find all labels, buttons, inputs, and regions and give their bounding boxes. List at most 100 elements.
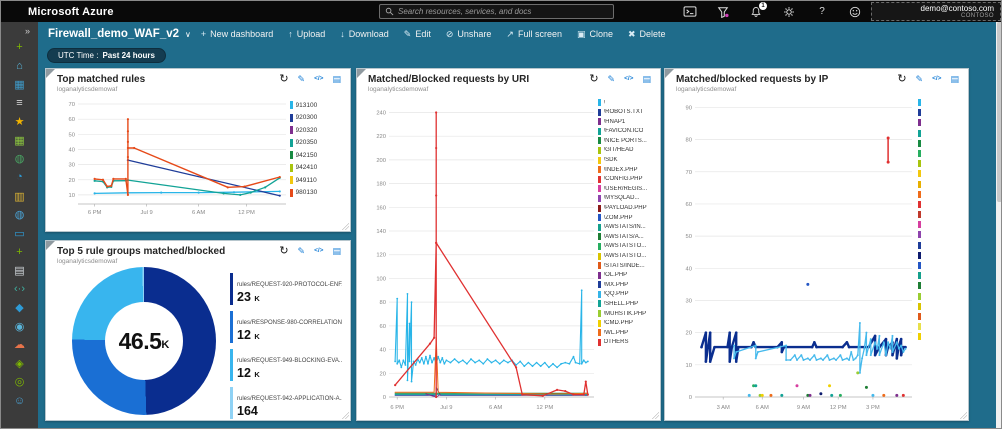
legend-item[interactable]: /AWSTATS/IN... [598, 223, 654, 231]
code-view-icon[interactable]: </> [314, 76, 323, 83]
sidebar-item-cosmos-db[interactable]: ◍ [1, 205, 38, 224]
legend-item[interactable] [918, 109, 962, 117]
legend-item[interactable]: 942150 [290, 151, 342, 159]
command-unshare[interactable]: ⊘ Unshare [446, 29, 492, 40]
legend-item[interactable] [918, 333, 962, 341]
azure-brand[interactable]: Microsoft Azure [28, 6, 114, 18]
legend-item[interactable]: /CONFIG.PHP [598, 175, 654, 183]
vertical-scrollbar[interactable] [996, 22, 1001, 428]
legend-item[interactable]: /HNAP1 [598, 118, 654, 126]
sidebar-item-home[interactable]: ⌂ [1, 57, 38, 76]
legend-item[interactable] [918, 119, 962, 127]
code-view-icon[interactable]: </> [932, 76, 941, 83]
feedback-smiley-icon[interactable] [847, 4, 863, 20]
legend-item[interactable] [918, 139, 962, 147]
command-upload[interactable]: ↑ Upload [288, 29, 325, 39]
legend-item[interactable]: 920320 [290, 126, 342, 134]
legend-item[interactable] [918, 190, 962, 198]
donut-legend-item[interactable]: rules/REQUEST-949-BLOCKING-EVA... 12 K [230, 349, 342, 381]
command-new-dashboard[interactable]: + New dashboard [201, 29, 273, 39]
legend-item[interactable]: /USER/REGIS... [598, 185, 654, 193]
sidebar-item-load-balancers[interactable]: + [1, 243, 38, 262]
legend-item[interactable]: /MUHSTIK.PHP [598, 310, 654, 318]
legend-item[interactable]: /AWSTATSTO... [598, 242, 654, 250]
legend-item[interactable] [918, 180, 962, 188]
command-delete[interactable]: ✖ Delete [628, 29, 666, 40]
legend-item[interactable]: 980130 [290, 188, 342, 197]
sidebar-item-collapse-sidebar[interactable]: » [1, 24, 38, 38]
sidebar-item-storage-accounts[interactable]: ▤ [1, 261, 38, 280]
legend-item[interactable]: 913100 [290, 101, 342, 109]
legend-item[interactable] [918, 282, 962, 290]
code-view-icon[interactable]: </> [314, 248, 323, 255]
account-menu[interactable]: demo@contoso.com CONTOSO [871, 2, 1001, 21]
open-in-logs-icon[interactable]: ▤ [332, 247, 341, 256]
sidebar-item-monitor[interactable]: ◉ [1, 317, 38, 336]
legend-item[interactable] [918, 251, 962, 259]
legend-item[interactable]: /MYSQLAD... [598, 194, 654, 202]
command-clone[interactable]: ▣ Clone [577, 29, 613, 40]
legend-item[interactable]: /NICE PORTS... [598, 137, 654, 145]
donut-legend-item[interactable]: rules/RESPONSE-980-CORRELATION... 12 K [230, 311, 342, 343]
legend-item[interactable] [918, 149, 962, 157]
legend-item[interactable]: /ZOM.PHP [598, 214, 654, 222]
refresh-icon[interactable]: ↻ [279, 74, 288, 85]
legend-item[interactable]: /FAVICON.ICO [598, 127, 654, 135]
open-in-logs-icon[interactable]: ▤ [642, 75, 651, 84]
sidebar-item-resource-groups[interactable]: ◍ [1, 150, 38, 169]
sidebar-item-help-support[interactable]: ☺ [1, 391, 38, 410]
legend-item[interactable] [918, 292, 962, 300]
refresh-icon[interactable]: ↻ [589, 74, 598, 85]
open-in-logs-icon[interactable]: ▤ [950, 75, 959, 84]
rule-groups-donut-chart[interactable]: 46.5 K [72, 267, 216, 415]
sidebar-item-all-resources[interactable]: ▦ [1, 131, 38, 150]
sidebar-item-azure-active-directory[interactable]: ◆ [1, 298, 38, 317]
command-edit[interactable]: ✎ Edit [404, 29, 431, 40]
settings-gear-icon[interactable] [781, 4, 797, 20]
edit-icon[interactable]: ✎ [916, 75, 924, 84]
legend-item[interactable] [918, 211, 962, 219]
sidebar-item-sql-databases[interactable]: ▥ [1, 187, 38, 206]
legend-item[interactable] [918, 170, 962, 178]
legend-item[interactable]: /PAYLOAD.PHP [598, 204, 654, 212]
requests-by-uri-chart[interactable]: 0 20 40 60 80 100 120 140 160 180 200 220 240 6 PM Jul… [365, 95, 598, 412]
sidebar-item-app-services[interactable]: ◔ [1, 168, 38, 187]
refresh-icon[interactable]: ↻ [279, 246, 288, 257]
legend-item[interactable] [918, 302, 962, 310]
legend-item[interactable]: /CMD.PHP [598, 319, 654, 327]
sidebar-item-favorites[interactable]: ★ [1, 112, 38, 131]
edit-icon[interactable]: ✎ [298, 75, 306, 84]
time-range-filter[interactable]: UTC Time : Past 24 hours [47, 48, 166, 63]
sidebar-item-cost-management[interactable]: ◎ [1, 373, 38, 392]
legend-item[interactable]: /QQ.PHP [598, 290, 654, 298]
cloud-shell-icon[interactable] [682, 4, 698, 20]
edit-icon[interactable]: ✎ [608, 75, 616, 84]
command-full-screen[interactable]: ↗ Full screen [506, 29, 562, 40]
legend-item[interactable] [918, 200, 962, 208]
legend-item[interactable] [918, 272, 962, 280]
legend-item[interactable] [918, 160, 962, 168]
legend-item[interactable]: /ROBOTS.TXT [598, 108, 654, 116]
donut-legend-item[interactable]: rules/REQUEST-920-PROTOCOL-ENF... 23 K [230, 273, 342, 305]
legend-item[interactable]: 942410 [290, 163, 342, 172]
legend-item[interactable]: /GIT/HEAD [598, 146, 654, 154]
help-icon[interactable]: ? [814, 4, 830, 20]
legend-item[interactable]: /INDEX.PHP [598, 166, 654, 174]
legend-item[interactable]: 949110 [290, 176, 342, 184]
command-download[interactable]: ↓ Download [340, 29, 389, 39]
legend-item[interactable] [918, 323, 962, 331]
requests-by-ip-chart[interactable]: 0 10 20 30 40 50 60 70 80 90 3 AM 6 AM 9 AM 12 PM 3 PM [673, 95, 918, 412]
legend-item[interactable]: 920350 [290, 138, 342, 147]
sidebar-item-dashboard[interactable]: ▦ [1, 75, 38, 94]
legend-item[interactable]: 920300 [290, 113, 342, 122]
legend-item[interactable]: /STATS/INDE... [598, 262, 654, 270]
notifications-icon[interactable]: 1 [748, 1, 767, 20]
edit-icon[interactable]: ✎ [298, 247, 306, 256]
legend-item[interactable] [918, 129, 962, 137]
legend-item[interactable]: /OL.PHP [598, 271, 654, 279]
legend-item[interactable]: / [598, 99, 654, 106]
chevron-down-icon[interactable]: ∨ [185, 30, 191, 39]
legend-item[interactable]: OTHERS [598, 338, 654, 346]
sidebar-item-virtual-networks[interactable]: ‹·› [1, 280, 38, 299]
search-input[interactable] [398, 7, 608, 16]
